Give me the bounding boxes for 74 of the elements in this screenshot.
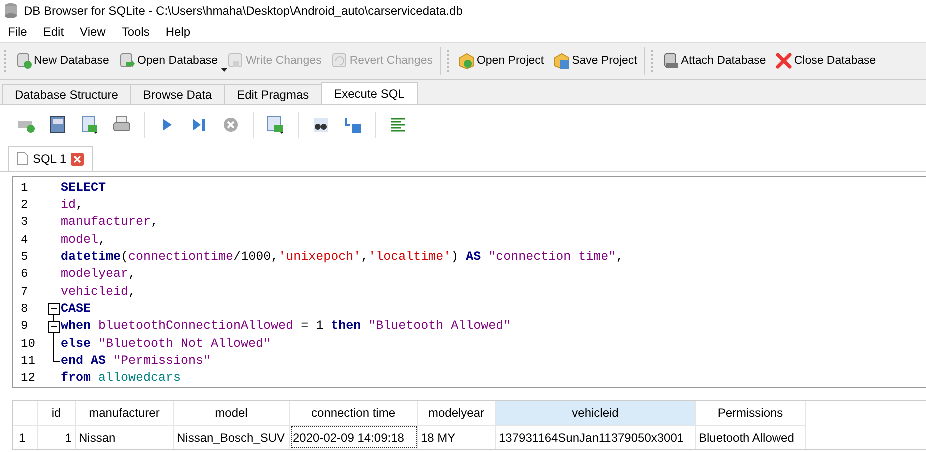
code-line: model, bbox=[61, 232, 106, 247]
menu-item[interactable]: File bbox=[2, 25, 34, 39]
line-number: 8 bbox=[20, 302, 30, 316]
stop-button[interactable] bbox=[221, 115, 241, 135]
line-number: 7 bbox=[20, 284, 30, 299]
window-title: DB Browser for SQLite - C:\Users\hmaha\Desktop\Android_auto\carservicedata.db bbox=[24, 4, 463, 18]
find-button[interactable] bbox=[311, 115, 331, 135]
fold-toggle-icon[interactable] bbox=[48, 300, 60, 320]
menu-item[interactable]: View bbox=[74, 25, 112, 39]
database-arrow-icon bbox=[118, 52, 136, 70]
toolbar-button[interactable]: Close Database bbox=[773, 49, 878, 73]
editor-tab-label: SQL 1 bbox=[33, 152, 67, 166]
table-cell: Nissan bbox=[76, 425, 174, 449]
table-cell: 18 MY bbox=[418, 425, 496, 449]
line-number: 3 bbox=[20, 215, 30, 230]
document-icon bbox=[17, 152, 29, 166]
stop-icon bbox=[221, 115, 241, 135]
line-number: 5 bbox=[20, 250, 30, 264]
code-line: datetime(connectiontime/1000,'unixepoch','localtime') AS "connection time", bbox=[61, 250, 624, 264]
editor-tab[interactable]: SQL 1 bbox=[8, 146, 93, 171]
line-number: 1 bbox=[20, 180, 30, 195]
code-line: from allowedcars bbox=[61, 371, 182, 386]
table-cell: 137931164SunJan11379050x3001 bbox=[496, 425, 696, 449]
close-icon bbox=[775, 52, 794, 70]
tab[interactable]: Edit Pragmas bbox=[224, 84, 322, 104]
menu-item[interactable]: Edit bbox=[37, 25, 70, 39]
menu-item[interactable]: Tools bbox=[116, 25, 156, 39]
code-line: SELECT bbox=[61, 180, 106, 195]
line-number: 11 bbox=[20, 354, 36, 368]
toolbar-button[interactable]: Save Project bbox=[551, 49, 640, 73]
code-line: manufacturer, bbox=[61, 215, 159, 230]
code-line: end AS "Permissions" bbox=[61, 354, 212, 368]
line-number: 6 bbox=[20, 267, 30, 282]
sql-editor[interactable] bbox=[12, 176, 926, 388]
replace-button[interactable] bbox=[343, 115, 363, 135]
toolbar-button[interactable]: New Database bbox=[13, 49, 112, 73]
replace-icon bbox=[343, 115, 363, 135]
binoculars-icon bbox=[311, 115, 331, 135]
database-save-icon bbox=[227, 52, 245, 70]
toolbar-button[interactable]: Open Database bbox=[116, 49, 220, 73]
fold-toggle-icon[interactable] bbox=[48, 318, 60, 337]
document-icon bbox=[48, 115, 68, 135]
table-save-icon bbox=[266, 115, 286, 135]
tab[interactable]: Execute SQL bbox=[321, 82, 418, 104]
open-file-button[interactable] bbox=[48, 115, 68, 135]
line-number: 10 bbox=[20, 336, 36, 351]
database-plus-icon bbox=[15, 52, 33, 70]
line-number: 4 bbox=[20, 232, 30, 247]
table-cell: 2020-02-09 14:09:18 bbox=[290, 425, 418, 449]
toolbar-button[interactable]: Open Project bbox=[456, 49, 546, 73]
save-file-button[interactable] bbox=[80, 115, 100, 135]
tab[interactable]: Database Structure bbox=[2, 84, 132, 104]
code-line: CASE bbox=[61, 302, 92, 316]
code-line: id, bbox=[61, 198, 84, 212]
code-line: when bluetoothConnectionAllowed = 1 then "Bluetooth Allowed" bbox=[61, 319, 512, 334]
column-header[interactable]: vehicleid bbox=[496, 401, 696, 425]
table-cell: Bluetooth Allowed bbox=[696, 425, 806, 449]
table-cell: 1 bbox=[38, 425, 76, 449]
close-icon[interactable] bbox=[70, 152, 84, 166]
table-cell: Nissan_Bosch_SUV bbox=[174, 425, 290, 449]
line-number: 9 bbox=[20, 319, 30, 334]
save-results-button[interactable] bbox=[266, 115, 286, 135]
toolbar-button[interactable]: Attach Database bbox=[660, 49, 768, 73]
menu-item[interactable]: Help bbox=[160, 25, 197, 39]
database-undo-icon bbox=[330, 52, 349, 70]
code-line: modelyear, bbox=[61, 267, 136, 282]
caret-icon[interactable] bbox=[221, 68, 228, 72]
save-icon bbox=[80, 115, 100, 135]
database-icon bbox=[4, 3, 18, 19]
code-line: else "Bluetooth Not Allowed" bbox=[61, 336, 272, 351]
line-number: 12 bbox=[20, 371, 36, 386]
code-line: vehicleid, bbox=[61, 284, 136, 299]
line-number: 2 bbox=[20, 198, 30, 212]
row-header[interactable]: 1 bbox=[13, 425, 38, 449]
